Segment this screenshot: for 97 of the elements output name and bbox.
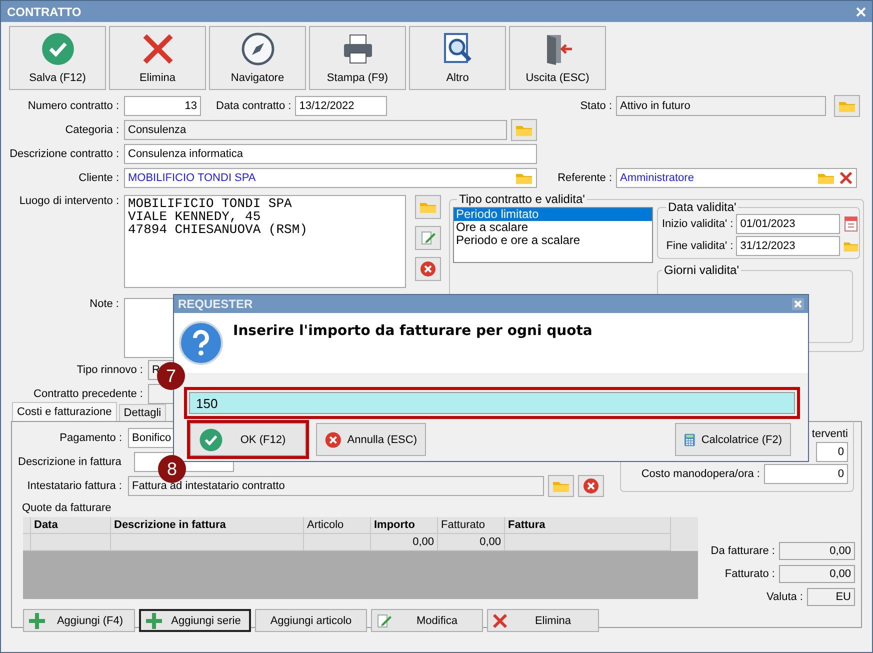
folder-button[interactable]	[415, 195, 441, 219]
close-icon	[839, 171, 853, 185]
field-label: Contratto precedente :	[32, 388, 144, 400]
field-label: Numero contratto :	[26, 100, 120, 112]
delete-button[interactable]	[578, 475, 604, 497]
group-title: terventi	[812, 428, 848, 440]
folder-icon	[552, 480, 570, 492]
address-field[interactable]: MOBILIFICIO TONDI SPA VIALE KENNEDY, 45 47894 CHIESANUOVA (RSM)	[124, 195, 406, 288]
tab[interactable]: Costi e fatturazione	[12, 402, 117, 421]
number-field[interactable]: 0	[764, 464, 848, 484]
amount-field[interactable]: 150	[189, 392, 795, 414]
total-field: 0,00	[779, 565, 855, 583]
toolbar-button[interactable]: Elimina	[109, 26, 206, 90]
dialog-button[interactable]: OK (F12)	[190, 423, 306, 456]
folder-icon	[838, 100, 856, 112]
field-label: Intestatario fattura :	[26, 480, 123, 492]
field-label: Descrizione contratto :	[8, 148, 120, 160]
action-button[interactable]: Aggiungi serie	[139, 609, 251, 632]
field-label: Referente :	[556, 172, 613, 184]
edit-button[interactable]	[415, 226, 441, 250]
contact-field[interactable]: Amministratore	[616, 168, 857, 188]
action-button[interactable]: Aggiungi articolo	[255, 609, 367, 632]
field-label: Data contratto :	[215, 100, 292, 112]
action-button[interactable]: Modifica	[371, 609, 483, 632]
folder-icon	[817, 172, 835, 184]
edit-icon	[376, 612, 392, 628]
description-field[interactable]: Consulenza informatica	[124, 144, 537, 164]
table-cell	[304, 534, 371, 551]
toolbar-button[interactable]: Salva (F12)	[9, 26, 106, 90]
field-label: Categoria :	[64, 124, 120, 136]
folder-icon	[515, 124, 533, 136]
invoice-holder-field[interactable]: Fattura ad intestatario contratto	[128, 476, 544, 496]
folder-icon	[515, 172, 533, 184]
plus-icon	[28, 612, 46, 630]
client-field[interactable]: MOBILIFICIO TONDI SPA	[124, 168, 537, 188]
toolbar-button[interactable]: Navigatore	[209, 26, 306, 90]
status-field[interactable]: Attivo in futuro	[616, 96, 826, 116]
compass-icon	[240, 32, 274, 66]
check-icon	[40, 32, 74, 66]
field-label: Costo manodopera/ora :	[640, 468, 761, 480]
field-label: Pagamento :	[58, 432, 123, 444]
group-title: Tipo contratto e validita'	[458, 192, 586, 206]
field-label: Fine validita' :	[665, 240, 734, 252]
delete-button[interactable]	[415, 257, 441, 281]
field-label: Descrizione in fattura	[17, 456, 122, 468]
field-label: Valuta :	[766, 591, 803, 603]
folder-icon	[419, 200, 437, 214]
list-item[interactable]: Periodo e ore a scalare	[454, 234, 652, 247]
delete-icon	[583, 478, 599, 494]
toolbar-button[interactable]: Altro	[409, 26, 506, 90]
group-title: Data validita'	[667, 200, 738, 214]
toolbar-button[interactable]: Stampa (F9)	[309, 26, 406, 90]
question-icon	[179, 321, 223, 365]
field-label: Stato :	[579, 100, 613, 112]
field-label: Cliente :	[78, 172, 120, 184]
field-label: Da fatturare :	[710, 545, 775, 557]
date-field[interactable]: 31/12/2023	[736, 236, 840, 256]
date-button[interactable]	[843, 214, 860, 234]
close-icon[interactable]	[856, 6, 866, 16]
field-label: Luogo di intervento :	[18, 195, 120, 207]
group-title: Giorni validita'	[663, 263, 740, 277]
dialog-message: Inserire l'importo da fatturare per ogni quota	[233, 323, 592, 341]
toolbar-button[interactable]: Uscita (ESC)	[509, 26, 606, 90]
close-icon[interactable]	[792, 298, 804, 310]
number-field[interactable]: 0	[816, 442, 848, 462]
field-label: Note :	[88, 298, 120, 310]
field-label: Inizio validita' :	[662, 218, 734, 230]
field-label: Fatturato :	[724, 568, 775, 580]
table-cell: 0,00	[371, 534, 438, 551]
table-cell: 0,00	[438, 534, 505, 551]
dialog-title: REQUESTER	[178, 297, 253, 311]
section-title: Quote da fatturare	[22, 502, 112, 514]
dialog-button[interactable]: Calcolatrice (F2)	[675, 423, 791, 456]
total-field: EU	[807, 588, 855, 606]
list-item[interactable]: Ore a scalare	[454, 221, 652, 234]
folder-icon	[843, 240, 860, 252]
close-icon	[140, 32, 174, 66]
date-field[interactable]: 13/12/2022	[295, 96, 388, 116]
total-field: 0,00	[779, 542, 855, 560]
calendar-icon	[844, 216, 858, 232]
list-item[interactable]: Periodo limitato	[454, 208, 652, 221]
action-button[interactable]: Elimina	[487, 609, 599, 632]
folder-button[interactable]	[834, 95, 860, 117]
category-field[interactable]: Consulenza	[124, 120, 507, 140]
dialog-button[interactable]: Annulla (ESC)	[316, 423, 426, 456]
delete-icon	[420, 261, 436, 277]
close-icon	[492, 612, 508, 628]
folder-button[interactable]	[511, 119, 537, 141]
number-field[interactable]: 13	[124, 96, 201, 116]
edit-icon	[420, 230, 436, 246]
window-title: CONTRATTO	[7, 4, 82, 18]
tab[interactable]: Dettagli	[118, 404, 166, 421]
field-label: Tipo rinnovo :	[76, 364, 144, 376]
plus-icon	[145, 612, 163, 630]
action-button[interactable]: Aggiungi (F4)	[23, 609, 135, 632]
date-field[interactable]: 01/01/2023	[736, 214, 840, 234]
check-icon	[199, 428, 223, 452]
